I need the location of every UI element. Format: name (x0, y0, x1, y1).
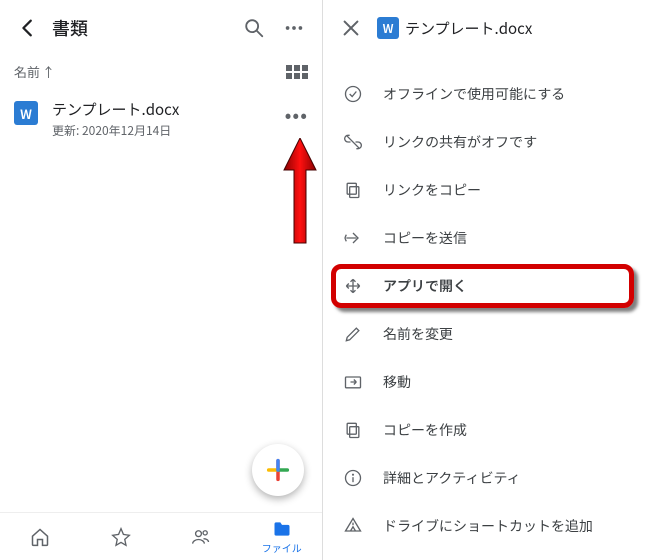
word-file-icon: W (377, 17, 399, 39)
red-arrow-annotation (282, 138, 318, 253)
file-name: テンプレート.docx (52, 99, 279, 120)
menu-open-with-label: アプリで開く (383, 276, 467, 296)
left-header: 書類 (0, 0, 322, 56)
nav-files[interactable]: ファイル (242, 513, 323, 560)
right-header: W テンプレート.docx (323, 0, 646, 56)
nav-files-label: ファイル (262, 540, 302, 555)
view-toggle-button[interactable] (286, 65, 308, 79)
file-info: テンプレート.docx 更新: 2020年12月14日 (52, 99, 279, 139)
star-icon (111, 527, 131, 547)
grid-icon (286, 65, 308, 79)
menu-send-copy-label: コピーを送信 (383, 228, 467, 248)
file-row[interactable]: W テンプレート.docx 更新: 2020年12月14日 ••• (0, 87, 322, 151)
sort-direction-icon: ↑ (42, 62, 55, 81)
menu-add-shortcut[interactable]: ドライブにショートカットを追加 (323, 502, 646, 550)
open-with-icon (343, 276, 363, 296)
menu-rename-label: 名前を変更 (383, 324, 453, 344)
dots-icon (283, 17, 305, 39)
page-title: 書類 (52, 15, 234, 41)
send-icon (343, 228, 363, 248)
chevron-left-icon (17, 17, 39, 39)
sheet-title: テンプレート.docx (405, 18, 532, 39)
sort-label-text: 名前 (14, 62, 40, 81)
search-button[interactable] (234, 8, 274, 48)
nav-shared[interactable] (161, 513, 242, 560)
file-subtitle: 更新: 2020年12月14日 (52, 122, 279, 139)
menu-copy-link[interactable]: リンクをコピー (323, 166, 646, 214)
move-icon (343, 372, 363, 392)
menu-link-off-label: リンクの共有がオフです (383, 132, 537, 152)
menu-move-label: 移動 (383, 372, 411, 392)
close-button[interactable] (331, 8, 371, 48)
search-icon (243, 17, 265, 39)
copy-icon (343, 180, 363, 200)
menu-make-copy[interactable]: コピーを作成 (323, 406, 646, 454)
close-icon (340, 17, 362, 39)
sort-button[interactable]: 名前 ↑ (14, 62, 55, 81)
home-icon (30, 527, 50, 547)
red-highlight-box (331, 264, 634, 308)
menu-offline-label: オフラインで使用可能にする (383, 84, 565, 104)
pencil-icon (343, 324, 363, 344)
menu-send-copy[interactable]: コピーを送信 (323, 214, 646, 262)
info-icon (343, 468, 363, 488)
folder-icon (272, 519, 292, 539)
action-menu: オフラインで使用可能にする リンクの共有がオフです リンクをコピー コピーを送信… (323, 56, 646, 550)
word-file-icon: W (14, 101, 38, 125)
file-more-button[interactable]: ••• (279, 99, 314, 128)
menu-link-sharing-off[interactable]: リンクの共有がオフです (323, 118, 646, 166)
menu-copy-link-label: リンクをコピー (383, 180, 481, 200)
file-actions-pane: W テンプレート.docx オフラインで使用可能にする リンクの共有がオフです … (323, 0, 646, 560)
drive-shortcut-icon (343, 516, 363, 536)
create-fab[interactable] (252, 444, 304, 496)
people-icon (191, 527, 211, 547)
plus-icon (264, 456, 292, 484)
make-copy-icon (343, 420, 363, 440)
sort-row: 名前 ↑ (0, 56, 322, 87)
link-off-icon (343, 132, 363, 152)
nav-home[interactable] (0, 513, 81, 560)
file-list-pane: 書類 名前 ↑ W テンプレート.docx 更新: 2020年12月14日 ••… (0, 0, 323, 560)
menu-rename[interactable]: 名前を変更 (323, 310, 646, 358)
menu-details[interactable]: 詳細とアクティビティ (323, 454, 646, 502)
menu-move[interactable]: 移動 (323, 358, 646, 406)
back-button[interactable] (8, 8, 48, 48)
overflow-button[interactable] (274, 8, 314, 48)
offline-icon (343, 84, 363, 104)
menu-details-label: 詳細とアクティビティ (383, 468, 521, 488)
menu-shortcut-label: ドライブにショートカットを追加 (383, 516, 593, 536)
nav-starred[interactable] (81, 513, 162, 560)
menu-open-with-app[interactable]: アプリで開く (323, 262, 646, 310)
menu-offline[interactable]: オフラインで使用可能にする (323, 70, 646, 118)
menu-make-copy-label: コピーを作成 (383, 420, 467, 440)
dots-icon: ••• (285, 99, 308, 128)
bottom-nav: ファイル (0, 512, 322, 560)
